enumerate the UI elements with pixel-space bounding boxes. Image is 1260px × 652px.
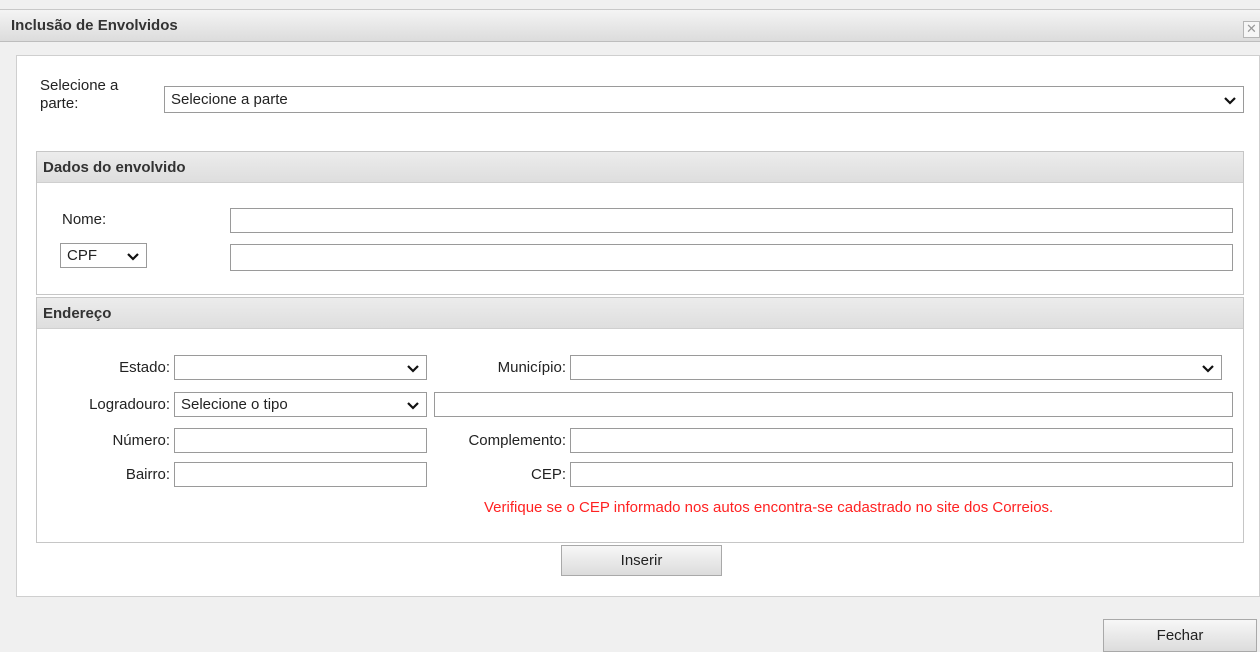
parte-label-line2: parte: <box>40 95 79 112</box>
cep-warning: Verifique se o CEP informado nos autos e… <box>484 499 1054 516</box>
chevron-down-icon <box>407 402 419 410</box>
doc-type-select[interactable]: CPF <box>60 243 147 268</box>
dialog-title: Inclusão de Envolvidos <box>11 17 178 34</box>
nome-label: Nome: <box>62 211 107 228</box>
municipio-label: Município: <box>497 359 566 376</box>
inserir-button[interactable]: Inserir <box>561 545 722 576</box>
bairro-input[interactable] <box>174 462 427 487</box>
chevron-down-icon <box>127 253 139 261</box>
doc-type-value: CPF <box>67 247 97 264</box>
complemento-label: Complemento: <box>468 432 566 449</box>
logradouro-label: Logradouro: <box>89 396 170 413</box>
logradouro-type-value: Selecione o tipo <box>181 396 288 413</box>
cep-label: CEP: <box>530 466 566 483</box>
fechar-button[interactable]: Fechar <box>1103 619 1257 652</box>
nome-input[interactable] <box>230 208 1233 233</box>
estado-select[interactable] <box>174 355 427 380</box>
dados-section-header: Dados do envolvido <box>37 152 1243 183</box>
cep-input[interactable] <box>570 462 1233 487</box>
cpf-input[interactable] <box>230 244 1233 271</box>
estado-label: Estado: <box>119 359 170 376</box>
chevron-down-icon <box>407 365 419 373</box>
numero-label: Número: <box>112 432 170 449</box>
logradouro-input[interactable] <box>434 392 1233 417</box>
complemento-input[interactable] <box>570 428 1233 453</box>
close-icon[interactable]: ✕ <box>1243 21 1260 38</box>
parte-label: Selecione a parte: <box>40 77 118 113</box>
bairro-label: Bairro: <box>125 466 170 483</box>
parte-select-value: Selecione a parte <box>171 91 288 108</box>
endereco-section-header: Endereço <box>37 298 1243 329</box>
chevron-down-icon <box>1202 365 1214 373</box>
numero-input[interactable] <box>174 428 427 453</box>
municipio-select[interactable] <box>570 355 1222 380</box>
chevron-down-icon <box>1224 97 1236 105</box>
parte-label-line1: Selecione a <box>40 77 119 94</box>
dialog-titlebar: Inclusão de Envolvidos ✕ <box>0 9 1260 42</box>
logradouro-type-select[interactable]: Selecione o tipo <box>174 392 427 417</box>
parte-select[interactable]: Selecione a parte <box>164 86 1244 113</box>
